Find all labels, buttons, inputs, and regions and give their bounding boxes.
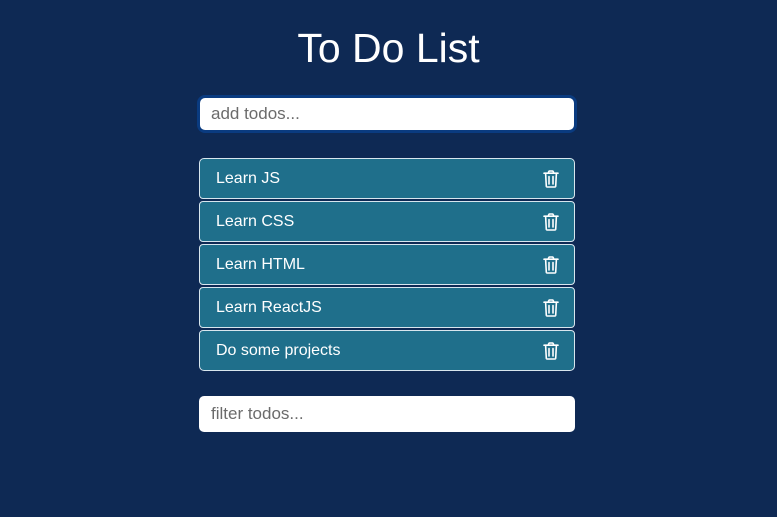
add-todo-input[interactable] [197, 95, 577, 133]
trash-icon[interactable] [543, 212, 559, 231]
todo-label: Learn ReactJS [216, 298, 322, 316]
trash-icon[interactable] [543, 341, 559, 360]
trash-icon[interactable] [543, 169, 559, 188]
trash-icon[interactable] [543, 298, 559, 317]
todo-label: Do some projects [216, 341, 341, 359]
todo-item: Learn ReactJS [199, 287, 575, 328]
filter-todos-input[interactable] [199, 396, 575, 432]
page-title: To Do List [297, 25, 480, 71]
todo-item: Learn CSS [199, 201, 575, 242]
todo-item: Do some projects [199, 330, 575, 371]
todo-list: Learn JS Learn CSS Learn HTML Learn Reac… [199, 158, 575, 373]
todo-label: Learn JS [216, 169, 281, 187]
todo-label: Learn HTML [216, 255, 305, 273]
trash-icon[interactable] [543, 255, 559, 274]
todo-item: Learn JS [199, 158, 575, 199]
todo-item: Learn HTML [199, 244, 575, 285]
todo-label: Learn CSS [216, 212, 295, 230]
